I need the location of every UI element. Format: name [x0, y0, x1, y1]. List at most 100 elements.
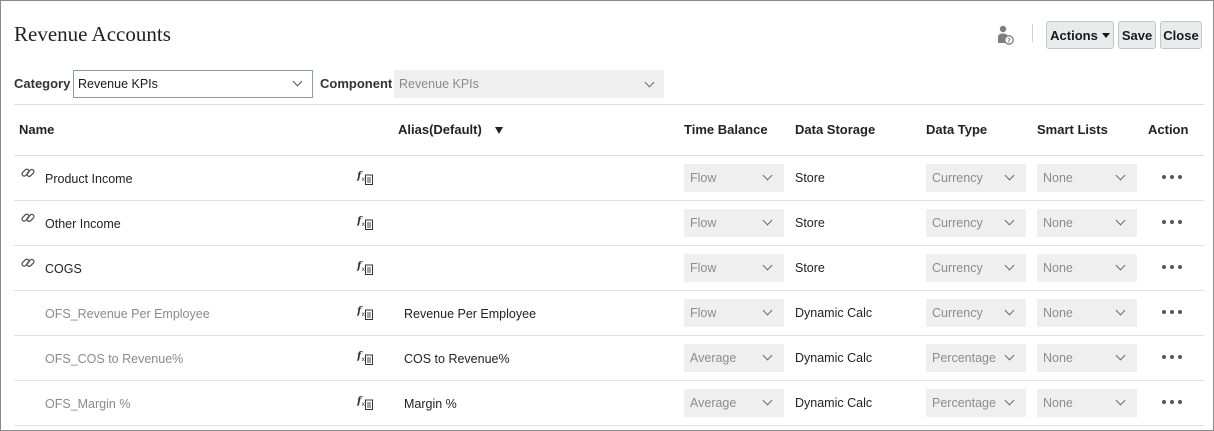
time-balance-select: Flow [684, 209, 784, 237]
row-name[interactable]: OFS_Margin % [45, 397, 130, 411]
row-name[interactable]: COGS [45, 262, 82, 276]
row-name[interactable]: Other Income [45, 217, 121, 231]
row-actions-menu-icon[interactable] [1162, 400, 1182, 406]
row-actions-menu-icon[interactable] [1162, 265, 1182, 271]
column-header-alias-label: Alias(Default) [398, 122, 482, 137]
chevron-down-icon [762, 305, 773, 316]
data-type-select: Percentage [926, 344, 1026, 372]
row-actions-menu-icon[interactable] [1162, 175, 1182, 181]
actions-button-label: Actions [1050, 27, 1098, 43]
member-formula-icon[interactable]: fx [356, 259, 375, 277]
svg-text:x: x [362, 176, 366, 183]
data-type-select: Currency [926, 209, 1026, 237]
chevron-down-icon [1004, 305, 1015, 316]
table-row: OFS_Margin % f x Margin % Average Dynamic Cal… [14, 381, 1204, 426]
smart-list-value: None [1043, 216, 1073, 230]
chevron-down-icon [1115, 395, 1126, 406]
time-balance-select: Average [684, 344, 784, 372]
table-row: COGS f x Flow Store Currency None [14, 246, 1204, 291]
row-alias[interactable]: Margin % [404, 397, 457, 411]
time-balance-select: Average [684, 389, 784, 417]
data-type-value: Currency [932, 216, 983, 230]
row-actions-menu-icon[interactable] [1162, 310, 1182, 316]
caret-down-icon [1101, 32, 1110, 38]
category-select[interactable]: Revenue KPIs [73, 70, 313, 98]
chevron-down-icon [1115, 260, 1126, 271]
chevron-down-icon [1115, 215, 1126, 226]
row-name[interactable]: OFS_COS to Revenue% [45, 352, 183, 366]
filter-divider [14, 104, 1204, 105]
column-header-name[interactable]: Name [19, 122, 54, 137]
data-storage-value: Store [795, 261, 825, 275]
page-title: Revenue Accounts [14, 22, 171, 46]
actions-button[interactable]: Actions [1046, 21, 1114, 49]
time-balance-value: Flow [690, 171, 717, 185]
table-row: Product Income f x Flow Store Currency None [14, 156, 1204, 201]
chevron-down-icon [762, 215, 773, 226]
chevron-down-icon [762, 260, 773, 271]
time-balance-value: Flow [690, 261, 717, 275]
svg-text:?: ? [1007, 36, 1011, 44]
data-storage-value: Dynamic Calc [795, 396, 873, 410]
smart-list-select: None [1037, 164, 1137, 192]
chevron-down-icon [762, 350, 773, 361]
table-row: OFS_Revenue Per Employee f x Revenue Per Em… [14, 291, 1204, 336]
svg-text:x: x [362, 401, 366, 408]
member-formula-icon[interactable]: fx [356, 304, 375, 322]
data-storage-value: Dynamic Calc [795, 306, 873, 320]
column-header-data-storage[interactable]: Data Storage [795, 122, 875, 137]
chevron-down-icon [1004, 215, 1015, 226]
row-name[interactable]: OFS_Revenue Per Employee [45, 307, 210, 321]
chevron-down-icon [1004, 170, 1015, 181]
smart-list-select: None [1037, 209, 1137, 237]
row-actions-menu-icon[interactable] [1162, 220, 1182, 226]
sort-descending-icon[interactable] [495, 127, 504, 135]
data-storage-value: Dynamic Calc [795, 351, 873, 365]
component-select-value: Revenue KPIs [399, 77, 479, 91]
member-formula-icon[interactable]: fx [356, 349, 375, 367]
data-storage-value: Store [795, 216, 825, 230]
category-select-value: Revenue KPIs [78, 77, 158, 91]
chevron-down-icon [1115, 350, 1126, 361]
row-alias[interactable]: COS to Revenue% [404, 352, 510, 366]
time-balance-select: Flow [684, 299, 784, 327]
chevron-down-icon [1004, 350, 1015, 361]
column-header-alias[interactable]: Alias(Default) [398, 122, 504, 137]
row-actions-menu-icon[interactable] [1162, 355, 1182, 361]
data-storage-value: Store [795, 171, 825, 185]
column-header-data-type[interactable]: Data Type [926, 122, 987, 137]
close-button[interactable]: Close [1160, 21, 1202, 49]
member-formula-icon[interactable]: fx [356, 169, 375, 187]
smart-list-select: None [1037, 389, 1137, 417]
category-label: Category [14, 76, 71, 91]
svg-text:x: x [362, 311, 366, 318]
member-formula-icon[interactable]: fx [356, 214, 375, 232]
data-type-select: Currency [926, 254, 1026, 282]
svg-text:x: x [362, 221, 366, 228]
chevron-down-icon [1115, 305, 1126, 316]
smart-list-value: None [1043, 261, 1073, 275]
column-header-smart-lists[interactable]: Smart Lists [1037, 122, 1108, 137]
data-type-value: Currency [932, 306, 983, 320]
smart-list-select: None [1037, 344, 1137, 372]
column-header-action: Action [1148, 122, 1189, 137]
member-formula-icon[interactable]: fx [356, 394, 375, 412]
row-name[interactable]: Product Income [45, 172, 133, 186]
smart-list-select: None [1037, 299, 1137, 327]
smart-list-select: None [1037, 254, 1137, 282]
time-balance-select: Flow [684, 254, 784, 282]
data-type-select: Currency [926, 164, 1026, 192]
row-alias[interactable]: Revenue Per Employee [404, 307, 536, 321]
chevron-down-icon [1004, 260, 1015, 271]
table-row: Other Income f x Flow Store Currency None [14, 201, 1204, 246]
chevron-down-icon [762, 170, 773, 181]
chevron-down-icon [1004, 395, 1015, 406]
column-header-time-balance[interactable]: Time Balance [684, 122, 768, 137]
svg-text:x: x [362, 356, 366, 363]
save-button[interactable]: Save [1118, 21, 1156, 49]
shared-link-icon [20, 165, 36, 181]
user-help-icon[interactable]: ? [995, 24, 1015, 46]
time-balance-select: Flow [684, 164, 784, 192]
chevron-down-icon [762, 395, 773, 406]
smart-list-value: None [1043, 171, 1073, 185]
